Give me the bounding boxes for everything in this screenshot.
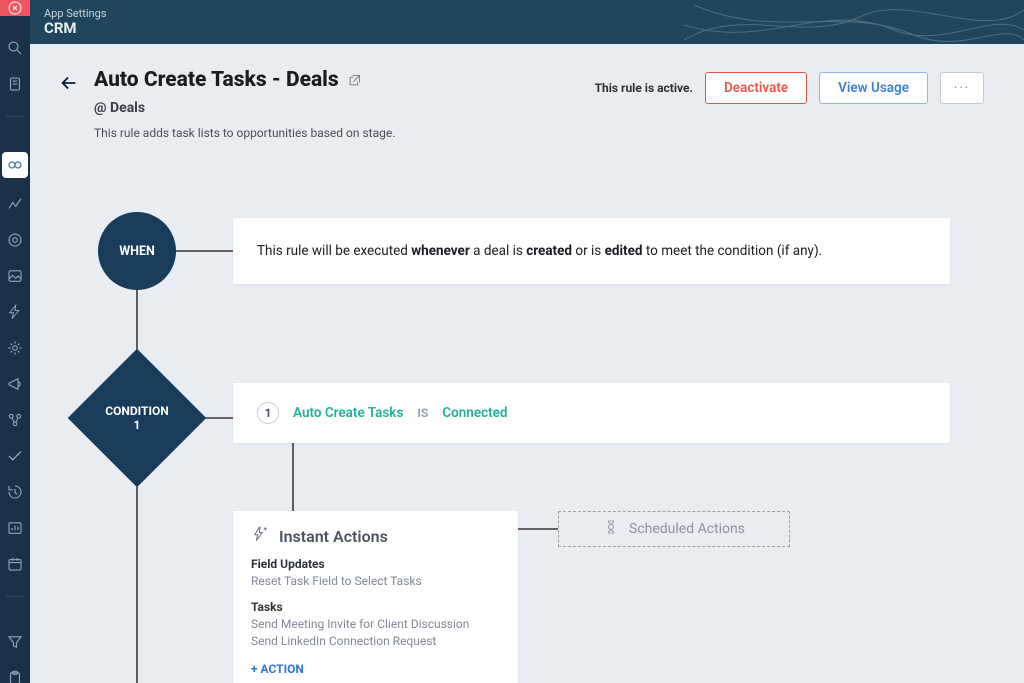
when-node[interactable]: WHEN (98, 212, 176, 290)
view-usage-button[interactable]: View Usage (819, 72, 928, 104)
scheduled-actions-title: Scheduled Actions (629, 521, 745, 537)
image-icon[interactable] (5, 266, 25, 286)
condition-card[interactable]: 1 Auto Create Tasks IS Connected (233, 383, 950, 443)
left-rail (0, 0, 30, 683)
tasks-label: Tasks (251, 600, 500, 614)
settings-gear-icon[interactable] (5, 338, 25, 358)
rule-active-text: This rule is active. (595, 81, 693, 95)
hourglass-icon (603, 519, 619, 539)
page-title: Auto Create Tasks - Deals (94, 68, 339, 92)
lightning-icon[interactable] (5, 302, 25, 322)
condition-label: CONDITION (105, 404, 168, 418)
rule-description: This rule adds task lists to opportuniti… (94, 126, 395, 140)
when-card[interactable]: This rule will be executed whenever a de… (233, 218, 950, 284)
condition-operator: IS (417, 406, 428, 420)
topbar: App Settings CRM (30, 0, 1024, 44)
close-settings-button[interactable] (0, 0, 30, 16)
back-arrow-icon[interactable] (58, 72, 80, 94)
condition-value: Connected (442, 405, 507, 421)
document-icon[interactable] (5, 74, 25, 94)
condition-index: 1 (257, 402, 279, 424)
task-item[interactable]: Send LinkedIn Connection Request (251, 634, 500, 648)
breadcrumb: App Settings (44, 8, 106, 20)
when-text: This rule will be executed whenever a de… (257, 243, 822, 259)
more-actions-button[interactable]: ··· (940, 72, 984, 104)
when-label: WHEN (119, 244, 155, 259)
field-updates-label: Field Updates (251, 557, 500, 571)
clipboard-icon[interactable] (5, 668, 25, 683)
report-icon[interactable] (5, 518, 25, 538)
calendar-icon[interactable] (5, 554, 25, 574)
history-icon[interactable] (5, 482, 25, 502)
instant-actions-card[interactable]: Instant Actions Field Updates Reset Task… (233, 511, 518, 683)
field-update-item[interactable]: Reset Task Field to Select Tasks (251, 574, 500, 588)
search-icon[interactable] (5, 38, 25, 58)
approve-icon[interactable] (5, 446, 25, 466)
condition-field: Auto Create Tasks (293, 405, 403, 421)
deactivate-button[interactable]: Deactivate (705, 72, 807, 104)
campaign-icon[interactable] (5, 374, 25, 394)
module-name: @ Deals (94, 100, 395, 116)
automation-icon[interactable] (2, 152, 28, 178)
open-external-icon[interactable] (347, 73, 362, 88)
condition-node[interactable]: CONDITION 1 (88, 369, 186, 467)
target-icon[interactable] (5, 230, 25, 250)
analytics-icon[interactable] (5, 194, 25, 214)
app-name: CRM (44, 20, 106, 37)
scheduled-actions-box[interactable]: Scheduled Actions (558, 511, 790, 547)
lightning-plus-icon (251, 525, 269, 547)
add-action-button[interactable]: + ACTION (251, 662, 500, 676)
filter-icon[interactable] (5, 632, 25, 652)
topbar-decoration (684, 0, 1024, 44)
task-item[interactable]: Send Meeting Invite for Client Discussio… (251, 617, 500, 631)
instant-actions-title: Instant Actions (279, 527, 388, 546)
condition-number: 1 (134, 418, 141, 432)
org-icon[interactable] (5, 410, 25, 430)
